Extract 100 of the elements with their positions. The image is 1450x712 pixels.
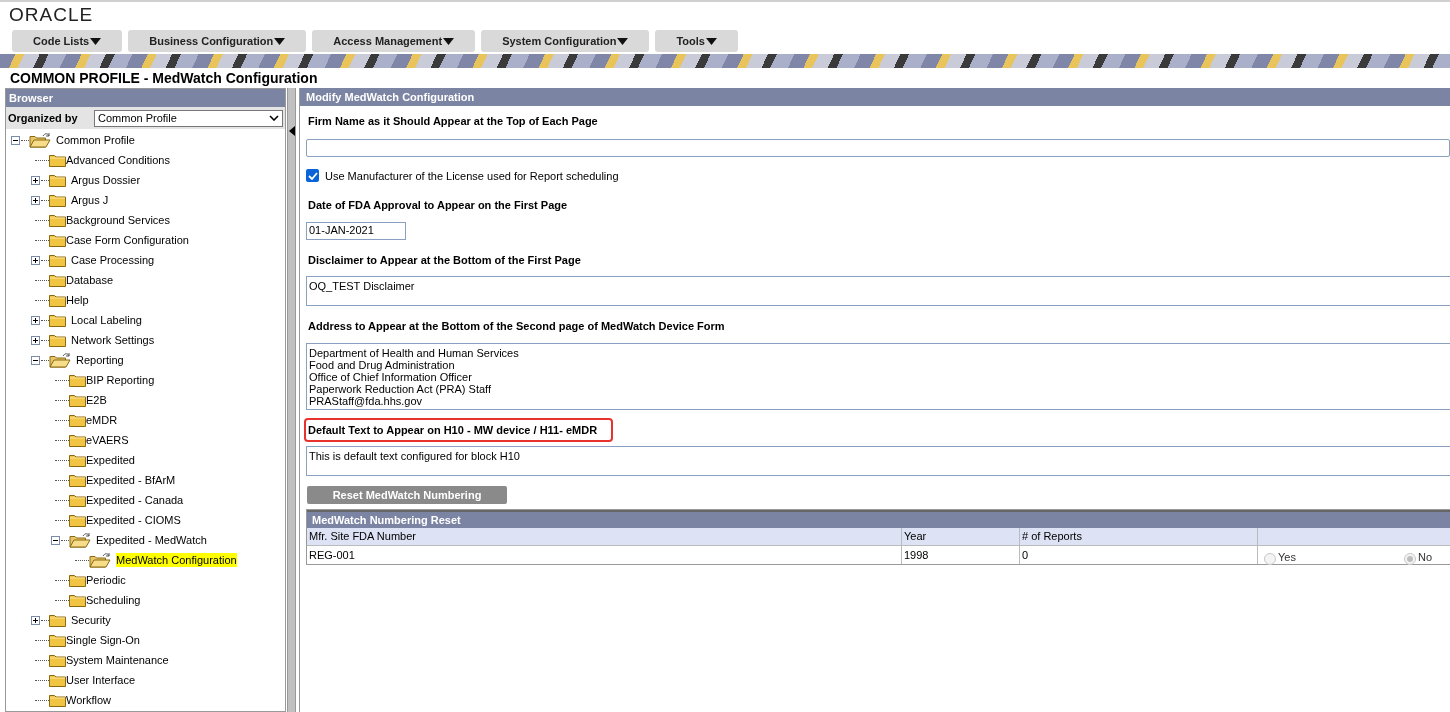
text-area[interactable]: OQ_TEST Disclaimer	[306, 276, 1450, 306]
caret-icon	[443, 37, 455, 45]
menu-button[interactable]: Access Management	[312, 30, 476, 52]
tree-item[interactable]: E2B	[86, 393, 107, 407]
menu-button[interactable]: System Configuration	[481, 30, 650, 52]
checkbox[interactable]	[306, 169, 319, 183]
collapse-icon[interactable]	[31, 355, 40, 365]
folder-icon	[69, 373, 86, 387]
field-label: Date of FDA Approval to Appear on the First Page	[307, 198, 569, 213]
tree-item[interactable]: Case Form Configuration	[66, 233, 189, 247]
field-label: Address to Appear at the Bottom of the Second page of MedWatch Device Form	[307, 319, 726, 334]
menu-button[interactable]: Tools	[655, 30, 738, 52]
oracle-logo: ORACLE	[9, 4, 94, 24]
text-area[interactable]: Department of Health and Human Services Food and Drug Administration Office of Chief Information Officer Paperwork Reduction Act (PRA) Staff PRAStaff@fda.hhs.gov	[306, 342, 1450, 410]
organized-by-dropdown[interactable]: Common Profile	[94, 109, 283, 127]
checkbox-label: Use Manufacturer of the License used for Report scheduling	[325, 168, 619, 184]
collapse-icon[interactable]	[51, 535, 60, 545]
menu-button[interactable]: Code Lists	[12, 30, 123, 52]
tree-item[interactable]: Expedited - BfArM	[86, 473, 176, 487]
folder-icon	[69, 453, 86, 467]
tree-item[interactable]: Case Processing	[71, 253, 155, 267]
radio-option[interactable]: No	[1403, 544, 1432, 566]
folder-icon	[49, 173, 66, 187]
collapse-left-icon[interactable]	[289, 126, 295, 136]
column-header: Mfr. Site FDA Number	[307, 528, 902, 545]
folder-icon	[49, 273, 66, 287]
tree-item[interactable]: Expedited - MedWatch	[96, 533, 207, 547]
field-label: Default Text to Appear on H10 - MW device / H11- eMDR	[306, 419, 612, 440]
folder-icon	[49, 193, 66, 207]
tree-item[interactable]: Database	[66, 273, 114, 287]
tree-item[interactable]: BIP Reporting	[86, 373, 155, 387]
folder-icon	[69, 473, 86, 487]
folder-icon	[49, 653, 66, 667]
folder-icon	[49, 213, 66, 227]
tree-item[interactable]: User Interface	[66, 673, 136, 687]
date-input[interactable]: 01-JAN-2021	[306, 221, 406, 240]
folder-icon	[69, 493, 86, 507]
table-cell: 0	[1020, 546, 1258, 564]
collapse-icon[interactable]	[11, 135, 20, 145]
column-header: Year	[902, 528, 1020, 545]
tree-item[interactable]: Argus J	[71, 193, 109, 207]
expand-icon[interactable]	[31, 195, 40, 205]
folder-icon	[49, 633, 66, 647]
caret-icon	[705, 37, 717, 45]
tree-item[interactable]: System Maintenance	[66, 653, 169, 667]
tree-item[interactable]: Background Services	[66, 213, 170, 227]
expand-icon[interactable]	[31, 175, 40, 185]
folder-icon	[49, 333, 66, 347]
tree-item[interactable]: Scheduling	[86, 593, 141, 607]
tree-item[interactable]: Reporting	[76, 353, 124, 367]
tree-item[interactable]: Expedited	[86, 453, 135, 467]
text-input[interactable]	[306, 138, 1450, 157]
tree-item[interactable]: Single Sign-On	[66, 633, 140, 647]
folder-icon	[49, 253, 66, 267]
radio-option[interactable]: Yes	[1264, 544, 1296, 566]
tree-item[interactable]: eVAERS	[86, 433, 129, 447]
folder-icon	[69, 573, 86, 587]
tree-item[interactable]: Periodic	[86, 573, 126, 587]
text-area[interactable]: This is default text configured for block H10	[306, 446, 1450, 476]
table-cell: 1998	[902, 546, 1020, 564]
chevron-down-icon	[269, 115, 279, 121]
expand-icon[interactable]	[31, 335, 40, 345]
field-label: Organized by	[8, 110, 79, 126]
table-cell: REG-001	[307, 546, 902, 564]
folder-icon	[49, 233, 66, 247]
tree-item[interactable]: eMDR	[86, 413, 118, 427]
tree-item[interactable]: Network Settings	[71, 333, 155, 347]
column-header: # of Reports	[1020, 528, 1258, 545]
tree-item[interactable]: Security	[71, 613, 111, 627]
caret-icon	[617, 37, 629, 45]
folder-icon	[69, 393, 86, 407]
folder-icon	[69, 593, 86, 607]
tree-item[interactable]: Expedited - Canada	[86, 493, 184, 507]
tree-item[interactable]: Common Profile	[56, 133, 135, 147]
table-title: MedWatch Numbering Reset	[312, 512, 461, 528]
caret-icon	[90, 37, 102, 45]
tree-item[interactable]: Local Labeling	[71, 313, 142, 327]
expand-icon[interactable]	[31, 255, 40, 265]
expand-icon[interactable]	[31, 615, 40, 625]
folder-icon	[69, 413, 86, 427]
tree-item[interactable]: Advanced Conditions	[66, 153, 170, 167]
tree-item[interactable]: Help	[66, 293, 89, 307]
tree-item[interactable]: MedWatch Configuration	[116, 553, 237, 567]
expand-icon[interactable]	[31, 315, 40, 325]
field-label: Firm Name as it Should Appear at the Top of Each Page	[307, 114, 599, 129]
folder-icon	[49, 153, 66, 167]
folder-icon	[69, 513, 86, 527]
folder-icon	[49, 613, 66, 627]
tree-item[interactable]: Expedited - CIOMS	[86, 513, 181, 527]
tree-item[interactable]: Workflow	[66, 693, 112, 707]
caret-icon	[274, 37, 286, 45]
folder-icon	[69, 433, 86, 447]
folder-icon	[49, 313, 66, 327]
tree-item[interactable]: Argus Dossier	[71, 173, 141, 187]
folder-icon	[49, 693, 66, 707]
panel-title: Browser	[9, 90, 54, 106]
page-title: COMMON PROFILE - MedWatch Configuration	[10, 68, 318, 88]
folder-icon	[49, 673, 66, 687]
menu-button[interactable]: Business Configuration	[128, 30, 307, 52]
panel-title: Modify MedWatch Configuration	[306, 89, 475, 105]
